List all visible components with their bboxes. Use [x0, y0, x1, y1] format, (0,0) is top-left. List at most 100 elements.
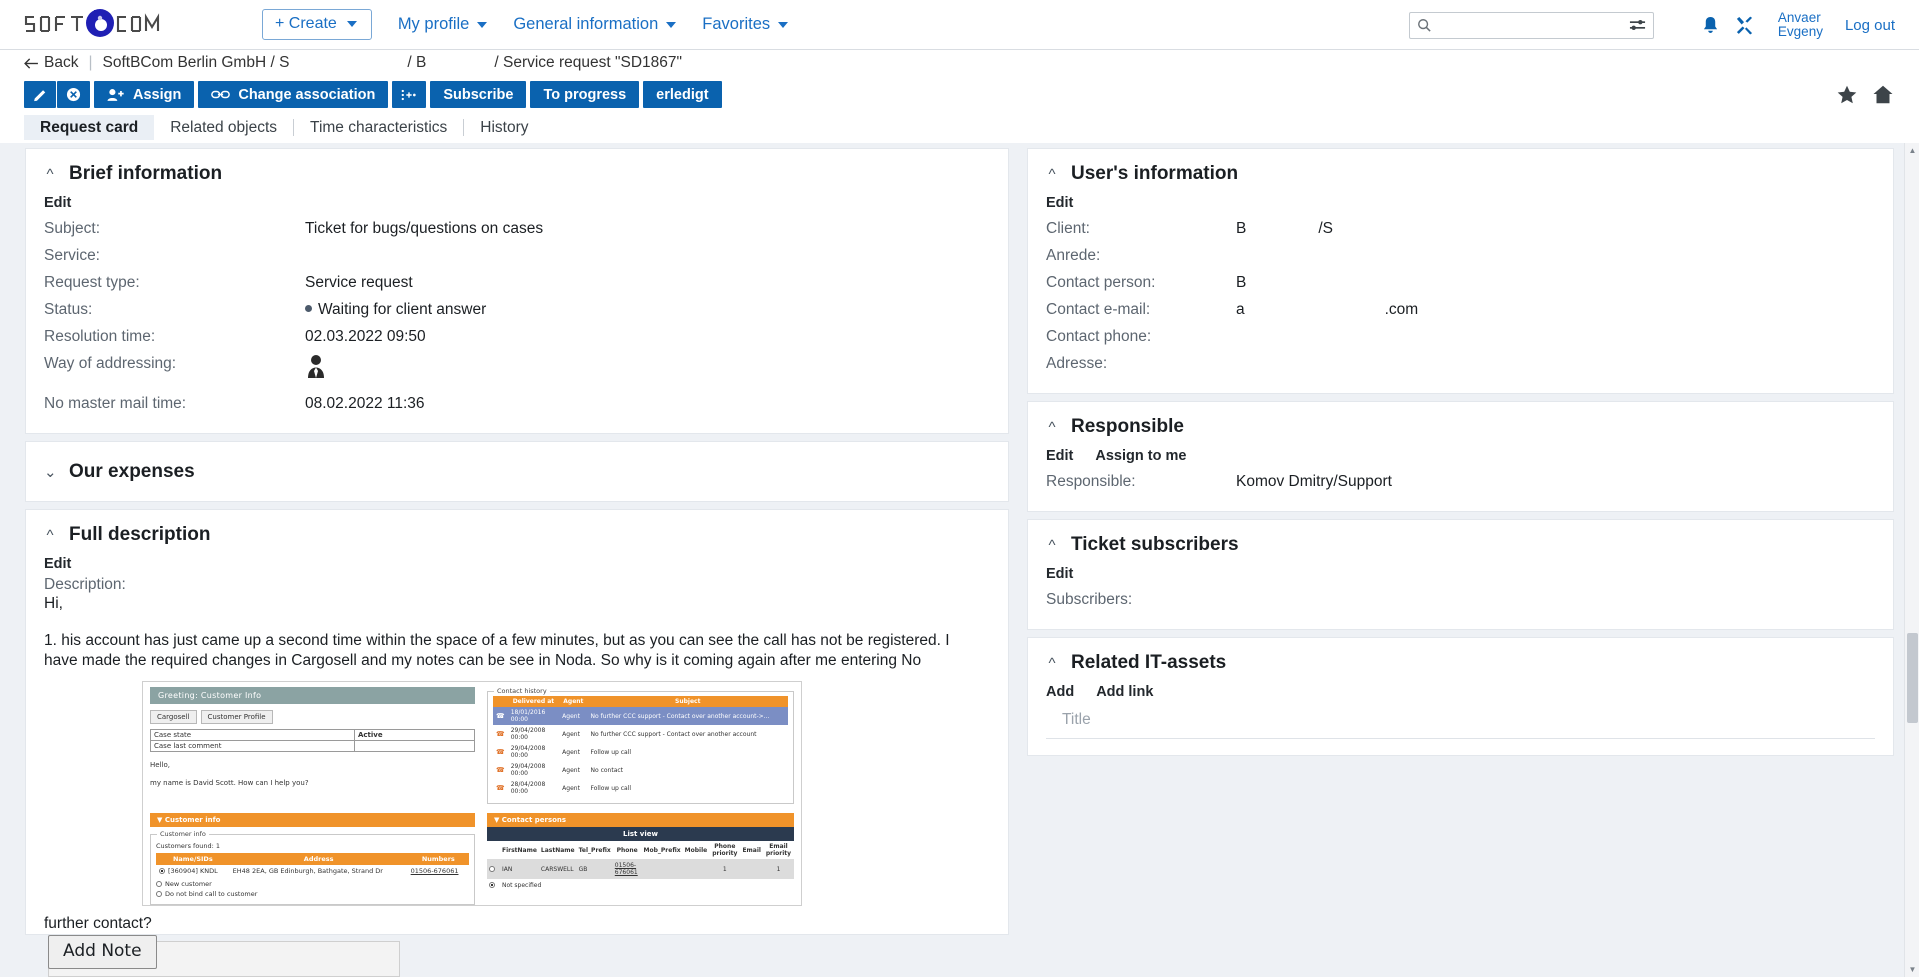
users-information-header[interactable]: ^ User's information	[1046, 163, 1875, 185]
to-progress-button[interactable]: To progress	[530, 81, 639, 108]
users-information-edit-link[interactable]: Edit	[1046, 195, 1073, 211]
phone-icon: ☎	[493, 725, 508, 743]
assign-button[interactable]: Assign	[94, 81, 194, 108]
assign-label: Assign	[133, 87, 181, 103]
related-it-assets-add-link-link[interactable]: Add link	[1096, 684, 1153, 700]
scrollbar-thumb[interactable]	[1907, 633, 1918, 723]
full-description-edit-link[interactable]: Edit	[44, 556, 71, 572]
nav-general-information[interactable]: General information	[513, 15, 676, 34]
cell-mob-prefix	[642, 859, 683, 879]
arrow-left-icon	[24, 58, 39, 69]
search-box[interactable]	[1409, 12, 1654, 39]
back-button[interactable]: Back	[24, 54, 78, 72]
contact-history-table: Delivered at Agent Subject ☎ 18/01/20160…	[493, 696, 788, 797]
add-note-button[interactable]: Add Note	[48, 935, 157, 969]
cell-email	[740, 859, 763, 879]
phone-icon: ☎	[493, 761, 508, 779]
embedded-contact-history-panel: Contact history Delivered at Agent Subje…	[482, 682, 801, 804]
nav-favorites[interactable]: Favorites	[702, 15, 788, 34]
embedded-hello: Hello,	[150, 761, 475, 769]
radio-icon	[489, 866, 495, 872]
table-row: [360904] KNDL EH48 2EA, GB Edinburgh, Ba…	[156, 865, 469, 877]
col-phone-priority: Phone priority	[709, 841, 740, 859]
ticket-subscribers-header[interactable]: ^ Ticket subscribers	[1046, 534, 1875, 556]
create-button[interactable]: + Create	[262, 9, 372, 40]
field-no-master-mail-time: No master mail time: 08.02.2022 11:36	[44, 390, 990, 417]
customer-info-bar: ▼ Customer info	[150, 813, 475, 827]
responsible-header[interactable]: ^ Responsible	[1046, 416, 1875, 438]
star-icon	[1837, 85, 1857, 104]
tab-request-card[interactable]: Request card	[24, 115, 154, 140]
softbcom-logo[interactable]	[22, 7, 162, 43]
field-status: Status: Waiting for client answer	[44, 296, 990, 323]
row-date: 28/04/200800:00	[508, 779, 559, 797]
embedded-greeting-panel: Greeting: Customer Info Cargosell Custom…	[143, 682, 482, 804]
users-information-title: User's information	[1071, 163, 1238, 185]
field-contact-person: Contact person: B	[1046, 269, 1875, 296]
home-button[interactable]	[1873, 85, 1893, 104]
col-name-sids: Name/SIDs	[156, 853, 230, 865]
col-subject: Subject	[588, 696, 788, 707]
tab-history[interactable]: History	[464, 115, 544, 140]
cancel-button[interactable]	[57, 81, 90, 108]
contact-persons-bar: ▼ Contact persons	[487, 813, 794, 827]
nav-my-profile[interactable]: My profile	[398, 15, 488, 34]
search-input[interactable]	[1437, 17, 1629, 34]
subscribe-button[interactable]: Subscribe	[430, 81, 526, 108]
logout-link[interactable]: Log out	[1845, 17, 1895, 34]
more-actions-button[interactable]	[392, 81, 426, 108]
assign-to-me-link[interactable]: Assign to me	[1095, 448, 1186, 464]
edit-button[interactable]	[24, 81, 56, 108]
scroll-up-arrow[interactable]: ▲	[1905, 143, 1919, 158]
field-status-value: Waiting for client answer	[318, 301, 486, 318]
field-client-label: Client:	[1046, 215, 1236, 242]
field-contact-phone: Contact phone:	[1046, 323, 1875, 350]
embedded-tab-row: Cargosell Customer Profile	[150, 710, 475, 724]
chevron-up-icon: ^	[1046, 656, 1058, 671]
related-it-assets-header[interactable]: ^ Related IT-assets	[1046, 652, 1875, 674]
table-row: ☎ 28/04/200800:00 Agent Follow up call	[493, 779, 788, 797]
user-plus-icon	[107, 88, 125, 102]
field-client: Client: B /S	[1046, 215, 1875, 242]
description-greeting: Hi,	[44, 594, 990, 614]
erledigt-button[interactable]: erledigt	[643, 81, 721, 108]
field-contact-email: Contact e-mail: a .com	[1046, 296, 1875, 323]
user-menu[interactable]: Anvaer Evgeny	[1778, 11, 1823, 39]
cell-email-priority: 1	[763, 859, 794, 879]
responsible-edit-link[interactable]: Edit	[1046, 448, 1073, 464]
ticket-subscribers-title: Ticket subscribers	[1071, 534, 1239, 556]
embedded-customer-info-panel: ▼ Customer info Customer info Customers …	[143, 804, 482, 905]
field-adresse-label: Adresse:	[1046, 350, 1236, 377]
scroll-down-arrow[interactable]: ▼	[1905, 962, 1919, 977]
related-it-assets-add-link[interactable]: Add	[1046, 684, 1074, 700]
notifications-button[interactable]	[1694, 16, 1728, 35]
favorite-button[interactable]	[1837, 85, 1857, 104]
change-association-button[interactable]: Change association	[198, 81, 388, 108]
row-agent: Agent	[559, 761, 587, 779]
field-responsible-value[interactable]: Komov Dmitry/Support	[1236, 468, 1392, 495]
tab-related-objects[interactable]: Related objects	[154, 115, 293, 140]
brief-information-edit-link[interactable]: Edit	[44, 195, 71, 211]
brief-information-header[interactable]: ^ Brief information	[44, 163, 990, 185]
nav-favorites-label: Favorites	[702, 15, 770, 34]
phone-icon: ☎	[493, 707, 508, 725]
tools-button[interactable]	[1728, 16, 1762, 35]
chevron-up-icon: ^	[1046, 420, 1058, 435]
user-second-line: Evgeny	[1778, 25, 1823, 39]
col-mob-prefix: Mob_Prefix	[642, 841, 683, 859]
full-description-header[interactable]: ^ Full description	[44, 524, 990, 546]
description-body-line-2: have made the required changes in Cargos…	[44, 651, 990, 671]
our-expenses-header[interactable]: ⌄ Our expenses	[44, 456, 990, 487]
tab-time-characteristics[interactable]: Time characteristics	[294, 115, 463, 140]
subscribe-label: Subscribe	[443, 87, 513, 103]
option-new-customer: New customer	[156, 880, 469, 888]
breadcrumb-item-1[interactable]: SoftBCom Berlin GmbH / S	[103, 54, 290, 72]
sliders-icon[interactable]	[1629, 18, 1646, 32]
breadcrumb-item-2[interactable]: / B	[407, 54, 426, 72]
field-contact-email-value: a	[1236, 296, 1245, 323]
field-client-value[interactable]: B	[1236, 215, 1246, 242]
field-client-value-suffix[interactable]: /S	[1318, 215, 1333, 242]
option-do-not-bind: Do not bind call to customer	[156, 890, 469, 898]
page-scrollbar[interactable]: ▲ ▼	[1904, 143, 1919, 977]
ticket-subscribers-edit-link[interactable]: Edit	[1046, 566, 1073, 582]
